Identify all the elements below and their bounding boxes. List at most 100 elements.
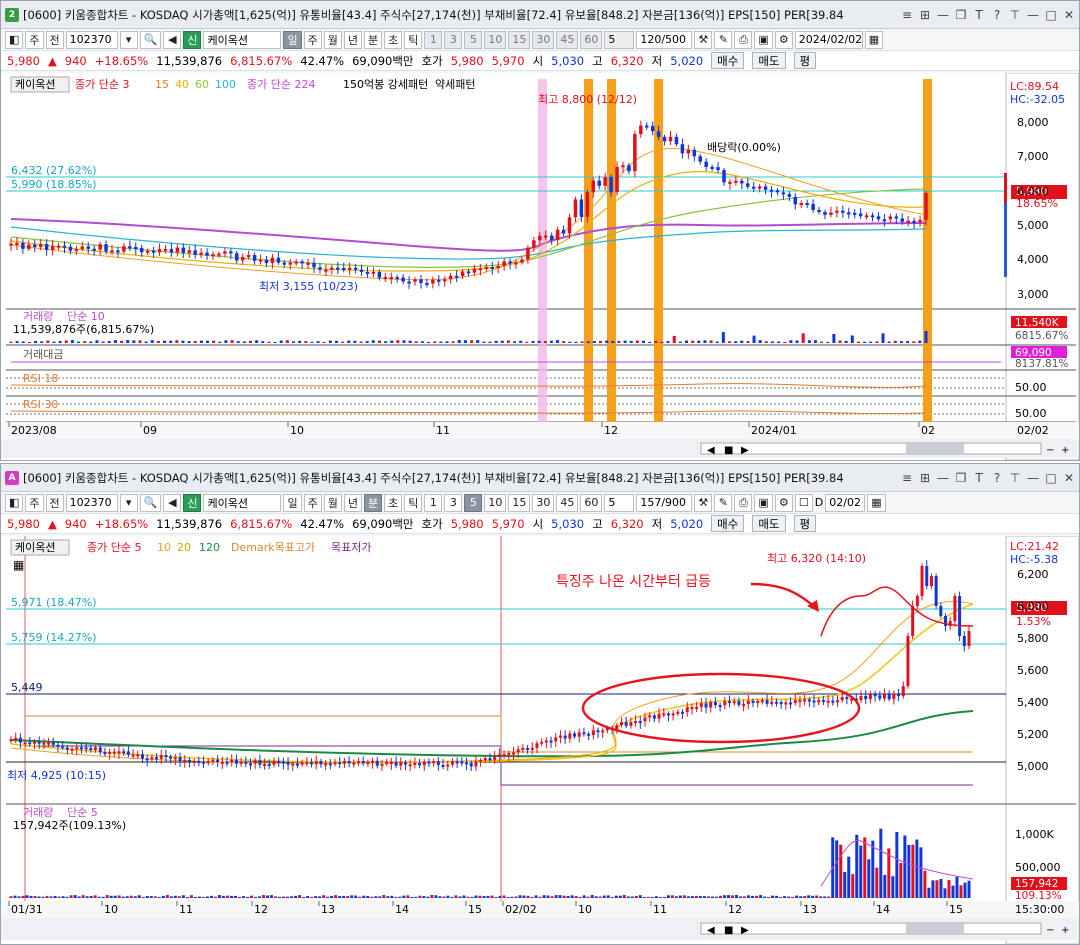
period-second[interactable]: 초 (384, 30, 403, 49)
scrollbar-thumb[interactable] (906, 443, 964, 454)
print-icon[interactable]: ⎙ (734, 30, 753, 49)
buy-button[interactable]: 매수 (711, 515, 745, 532)
search-icon[interactable]: 🔍 (139, 493, 162, 512)
minute-candle-chart[interactable]: 특징주 나온 시간부터 급등 5,980 1.53% LC:21.42 HC:-… (1, 536, 1079, 944)
tool-icon[interactable]: ⚒ (694, 30, 713, 49)
period-minute[interactable]: 분 (363, 493, 383, 512)
close-icon[interactable]: ✕ (1063, 471, 1075, 485)
minimize2-icon[interactable]: — (1027, 471, 1039, 485)
scroll-left-icon[interactable]: ◀ (707, 445, 715, 456)
date-field[interactable]: 02/02 (825, 493, 866, 512)
interval-1[interactable]: 1 (424, 493, 443, 512)
calendar-icon[interactable]: ▦ (864, 30, 884, 49)
minimize-icon[interactable]: — (937, 471, 949, 485)
title-bar[interactable]: A [0600] 키움종합차트 - KOSDAQ 시가총액[1,625(억)] … (1, 464, 1079, 492)
interval-45[interactable]: 45 (556, 30, 579, 49)
bar-count-field[interactable]: 120/500 (636, 30, 693, 49)
interval-select[interactable]: 5 (604, 30, 635, 49)
help-icon[interactable]: ? (991, 8, 1003, 22)
all-button[interactable]: 전 (45, 493, 64, 512)
zoom-in-icon[interactable]: + (1061, 445, 1069, 456)
layout-icon[interactable]: ◧ (5, 493, 24, 512)
sell-button[interactable]: 매도 (752, 515, 786, 532)
interval-select[interactable]: 5 (604, 493, 635, 512)
layout-icon[interactable]: ◧ (5, 30, 24, 49)
daily-chart-area[interactable]: 5,980 18.65% LC:89.54 HC:-32.05 8,000 7,0… (1, 73, 1079, 460)
maximize-icon[interactable]: □ (1045, 471, 1057, 485)
interval-3[interactable]: 3 (444, 30, 463, 49)
date-field[interactable]: 2024/02/02 (794, 30, 863, 49)
period-second[interactable]: 초 (384, 493, 403, 512)
interval-45[interactable]: 45 (556, 493, 579, 512)
period-year[interactable]: 년 (343, 30, 362, 49)
interval-15[interactable]: 15 (508, 493, 531, 512)
interval-60[interactable]: 60 (580, 30, 603, 49)
interval-30[interactable]: 30 (532, 493, 555, 512)
scroll-stop-icon[interactable]: ■ (724, 445, 733, 456)
interval-60[interactable]: 60 (580, 493, 603, 512)
stock-name-field[interactable]: 케이옥션 (203, 493, 282, 512)
scrollbar-track[interactable] (700, 922, 1042, 935)
gear-icon[interactable]: ⚙ (774, 493, 793, 512)
stock-code-input[interactable]: 102370 (65, 493, 118, 512)
save-icon[interactable]: ▣ (754, 493, 773, 512)
scroll-right-icon[interactable]: ▶ (741, 925, 749, 936)
tool-icon[interactable]: ⚒ (694, 493, 713, 512)
minimize2-icon[interactable]: — (1027, 8, 1039, 22)
period-day[interactable]: 일 (283, 493, 302, 512)
link-icon[interactable]: ⊞ (919, 471, 931, 485)
link-icon[interactable]: ⊞ (919, 8, 931, 22)
all-button[interactable]: 전 (45, 30, 64, 49)
period-month[interactable]: 월 (323, 493, 342, 512)
stock-code-input[interactable]: 102370 (65, 30, 118, 49)
menu-icon[interactable]: ≡ (901, 471, 913, 485)
grid-icon[interactable]: ▦ (13, 558, 24, 572)
period-week[interactable]: 주 (303, 30, 322, 49)
calendar-icon[interactable]: ▦ (867, 493, 886, 512)
period-month[interactable]: 월 (323, 30, 342, 49)
avg-button[interactable]: 평 (793, 52, 817, 69)
help-icon[interactable]: ? (991, 471, 1003, 485)
maximize-icon[interactable]: □ (1045, 8, 1057, 22)
restore-icon[interactable]: ❐ (955, 8, 967, 22)
avg-button[interactable]: 평 (793, 515, 817, 532)
sell-button[interactable]: 매도 (752, 52, 786, 69)
zoom-in-icon[interactable]: + (1061, 925, 1069, 936)
speaker-icon[interactable]: ◀ (163, 30, 182, 49)
period-tick[interactable]: 틱 (404, 30, 423, 49)
scroll-stop-icon[interactable]: ■ (724, 925, 733, 936)
interval-10[interactable]: 10 (484, 493, 507, 512)
pin-icon[interactable]: ⊤ (1009, 471, 1021, 485)
buy-button[interactable]: 매수 (711, 52, 745, 69)
restore-icon[interactable]: ❐ (955, 471, 967, 485)
interval-3[interactable]: 3 (444, 493, 463, 512)
zoom-out-icon[interactable]: − (1046, 445, 1054, 456)
period-minute[interactable]: 분 (363, 30, 383, 49)
code-dropdown-icon[interactable]: ▾ (119, 493, 138, 512)
draw-icon[interactable]: ✎ (714, 493, 733, 512)
market-button[interactable]: 주 (25, 30, 44, 49)
stock-name-field[interactable]: 케이옥션 (203, 30, 282, 49)
gear-icon[interactable]: ⚙ (774, 30, 793, 49)
minute-chart-area[interactable]: 특징주 나온 시간부터 급등 5,980 1.53% LC:21.42 HC:-… (1, 536, 1079, 944)
day-checkbox[interactable]: ☐ (794, 493, 813, 512)
period-tick[interactable]: 틱 (404, 493, 423, 512)
period-year[interactable]: 년 (343, 493, 362, 512)
scroll-right-icon[interactable]: ▶ (741, 445, 749, 456)
title-bar[interactable]: 2 [0600] 키움종합차트 - KOSDAQ 시가총액[1,625(억)] … (1, 1, 1079, 29)
print-icon[interactable]: ⎙ (734, 493, 753, 512)
scrollbar-thumb[interactable] (906, 923, 964, 934)
interval-10[interactable]: 10 (484, 30, 507, 49)
interval-5[interactable]: 5 (464, 30, 483, 49)
font-icon[interactable]: T (973, 8, 985, 22)
interval-15[interactable]: 15 (508, 30, 531, 49)
period-week[interactable]: 주 (303, 493, 322, 512)
draw-icon[interactable]: ✎ (714, 30, 733, 49)
zoom-out-icon[interactable]: − (1046, 925, 1054, 936)
font-icon[interactable]: T (973, 471, 985, 485)
period-day[interactable]: 일 (283, 30, 302, 49)
save-icon[interactable]: ▣ (754, 30, 773, 49)
menu-icon[interactable]: ≡ (901, 8, 913, 22)
bar-count-field[interactable]: 157/900 (636, 493, 693, 512)
speaker-icon[interactable]: ◀ (163, 493, 182, 512)
